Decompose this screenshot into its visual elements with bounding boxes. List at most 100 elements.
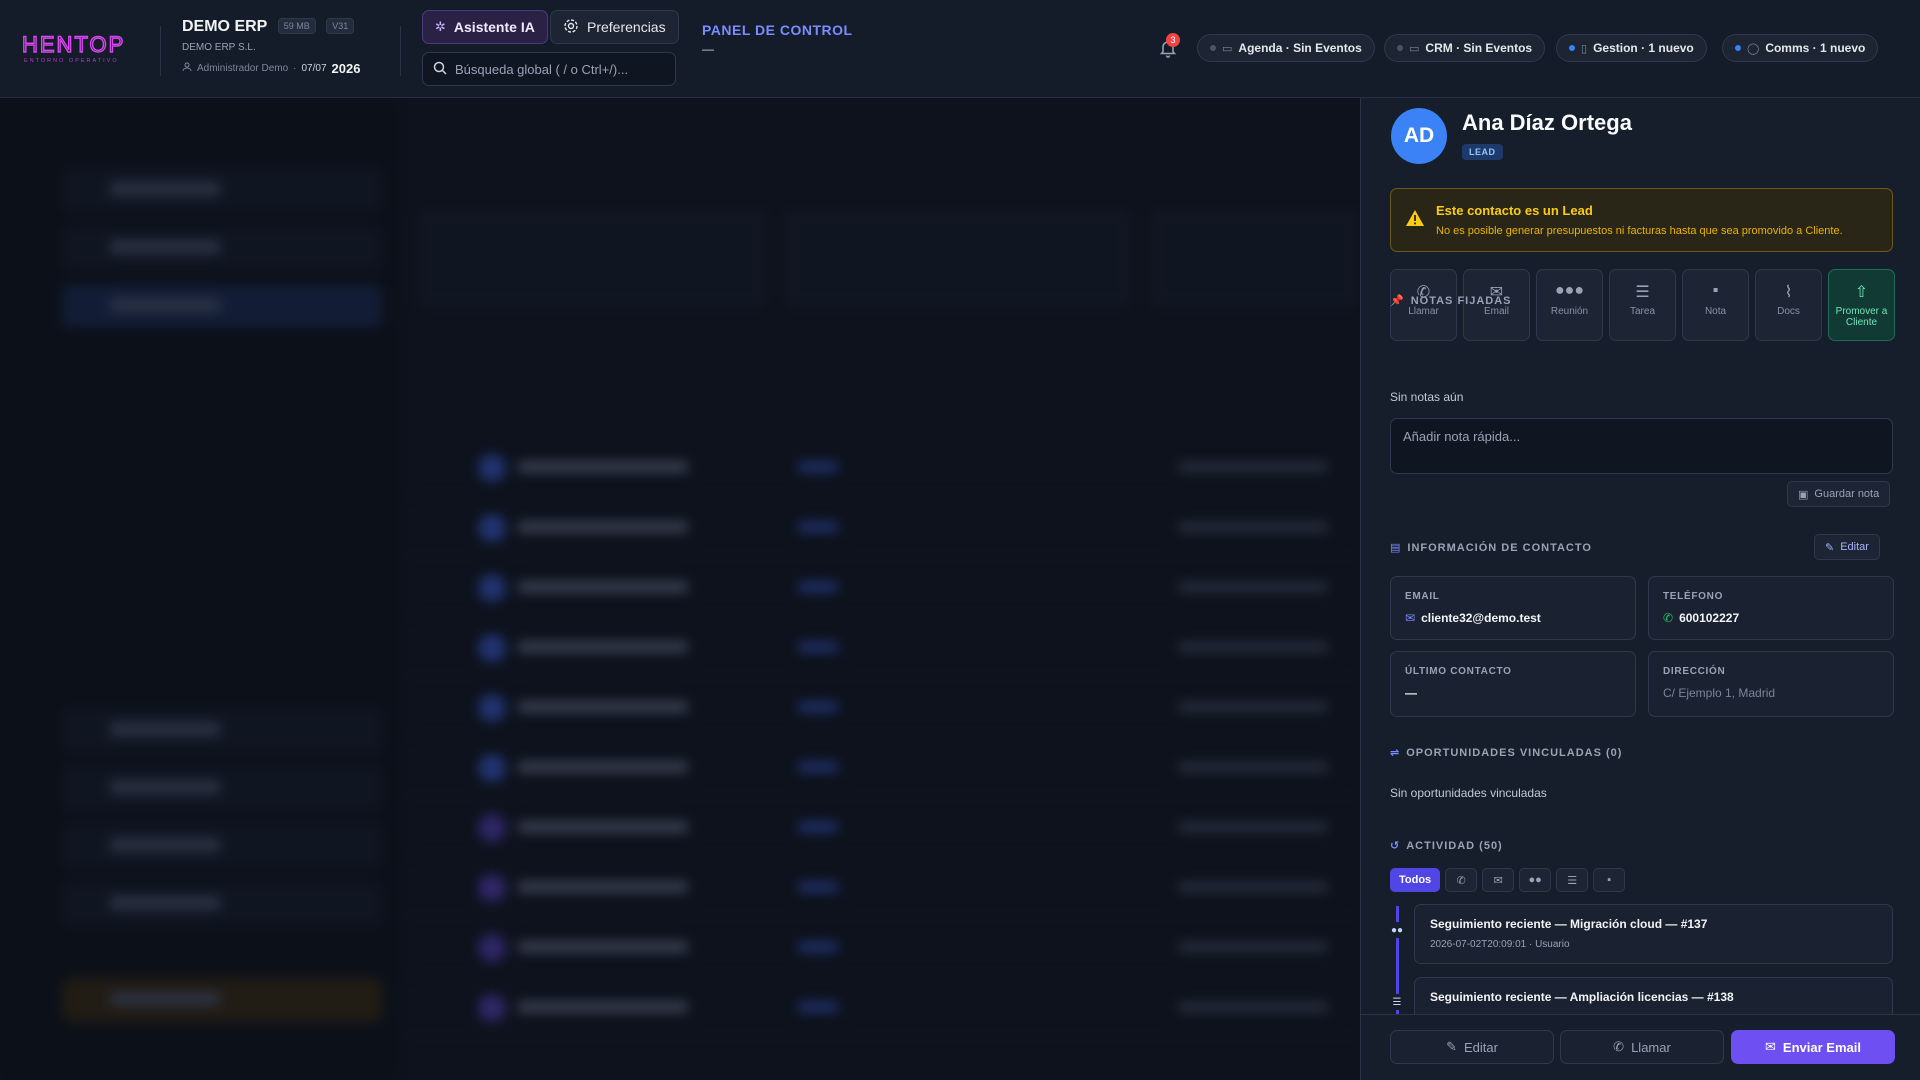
docs-action-button[interactable]: ⌇ Docs [1755, 269, 1822, 341]
search-icon [433, 61, 447, 78]
preferences-button[interactable]: Preferencias [550, 10, 679, 44]
section-title: ACTIVIDAD (50) [1406, 839, 1503, 852]
history-icon: ↺ [1390, 840, 1401, 852]
comms-status-pill[interactable]: ◯ Comms · 1 nuevo [1722, 34, 1879, 62]
email-card: EMAIL ✉ cliente32@demo.test [1390, 576, 1636, 640]
edit-icon: ✎ [1825, 541, 1835, 554]
user-info: Administrador Demo · 07/07 2026 [182, 61, 360, 76]
filter-all-button[interactable]: Todos [1390, 868, 1441, 892]
calendar-icon: ▭ [1222, 42, 1233, 55]
email-value-row[interactable]: ✉ cliente32@demo.test [1405, 611, 1541, 625]
promote-client-button[interactable]: ⇧ Promover a Cliente [1828, 269, 1895, 341]
action-label: Docs [1777, 306, 1800, 317]
svg-text:ENTORNO OPERATIVO: ENTORNO OPERATIVO [24, 58, 119, 64]
send-email-button[interactable]: ✉ Enviar Email [1731, 1030, 1895, 1064]
edit-icon: ✎ [1446, 1039, 1457, 1054]
search-placeholder: Búsqueda global ( / o Ctrl+/)... [455, 61, 629, 77]
edit-info-button[interactable]: ✎ Editar [1814, 534, 1880, 560]
tasks-icon: ☰ [1567, 874, 1578, 887]
mail-icon: ✉ [1405, 611, 1416, 625]
pill-label: Comms · 1 nuevo [1765, 41, 1866, 55]
filter-calls-button[interactable]: ✆ [1445, 868, 1478, 892]
company-legal-name: DEMO ERP S.L. [182, 42, 256, 53]
filter-emails-button[interactable]: ✉ [1482, 868, 1515, 892]
background-content [0, 98, 1360, 1080]
panel-title: PANEL DE CONTROL [702, 22, 853, 38]
task-action-button[interactable]: ☰ Tarea [1609, 269, 1676, 341]
action-label: Tarea [1629, 306, 1655, 317]
svg-text:HENTOP: HENTOP [22, 32, 125, 57]
phone-value: 600102227 [1679, 611, 1740, 625]
agenda-status-pill[interactable]: ▭ Agenda · Sin Eventos [1197, 34, 1375, 62]
contact-drawer: AD Ana Díaz Ortega LEAD Este contacto es… [1360, 98, 1920, 1080]
mail-icon: ✉ [1765, 1039, 1776, 1054]
phone-icon: ✆ [1613, 1039, 1625, 1054]
opportunities-header: ⇌ OPORTUNIDADES VINCULADAS (0) [1390, 746, 1623, 760]
last-contact-value: — [1405, 686, 1417, 700]
notification-badge: 3 [1166, 33, 1180, 47]
edit-contact-button[interactable]: ✎ Editar [1390, 1030, 1554, 1064]
contact-name: Ana Díaz Ortega [1462, 110, 1632, 135]
document-icon: ▯ [1581, 42, 1588, 55]
filter-tasks-button[interactable]: ☰ [1556, 868, 1589, 892]
status-dot [1210, 45, 1216, 51]
arrow-up-icon: ⇧ [1854, 284, 1869, 301]
global-search-input[interactable]: Búsqueda global ( / o Ctrl+/)... [422, 52, 676, 86]
quick-note-textarea[interactable]: Añadir nota rápida... [1390, 418, 1893, 474]
activity-filters: Todos ✆ ✉ ●● ☰ ▪ [1390, 868, 1626, 892]
activity-meta: 2026-07-02T20:09:01 · Usuario [1430, 939, 1570, 950]
send-email-label: Enviar Email [1782, 1039, 1861, 1055]
section-title: OPORTUNIDADES VINCULADAS (0) [1406, 746, 1623, 759]
pinned-notes-empty: Sin notas aún [1390, 390, 1464, 404]
phone-value-row[interactable]: ✆ 600102227 [1663, 611, 1739, 625]
paperclip-icon: ⌇ [1784, 284, 1793, 301]
alert-description: No es posible generar presupuestos ni fa… [1436, 225, 1843, 237]
current-date: 07/07 [301, 63, 327, 74]
phone-icon: ✆ [1663, 611, 1674, 625]
version-badge: V31 [326, 18, 355, 34]
tasks-icon: ☰ [1389, 994, 1405, 1010]
crm-status-pill[interactable]: ▭ CRM · Sin Eventos [1384, 34, 1546, 62]
filter-notes-button[interactable]: ▪ [1593, 868, 1626, 892]
ai-assistant-button[interactable]: ✲ Asistente IA [422, 10, 548, 44]
pin-icon: 📌 [1390, 295, 1405, 307]
meeting-action-button[interactable]: ●●● Reunión [1536, 269, 1603, 341]
last-contact-label: ÚLTIMO CONTACTO [1405, 666, 1512, 677]
users-icon: ●● [1528, 874, 1542, 886]
activity-item[interactable]: Seguimiento reciente — Migración cloud —… [1414, 904, 1893, 964]
save-note-button[interactable]: ▣ Guardar nota [1787, 481, 1891, 507]
phone-label: TELÉFONO [1663, 591, 1724, 602]
note-action-button[interactable]: ▪ Nota [1682, 269, 1749, 341]
alert-title: Este contacto es un Lead [1436, 203, 1593, 218]
preferences-label: Preferencias [587, 19, 666, 35]
call-contact-button[interactable]: ✆ Llamar [1560, 1030, 1724, 1064]
pinned-notes-header: 📌 NOTAS FIJADAS [1390, 294, 1512, 308]
note-icon: ▪ [1607, 874, 1612, 886]
activity-item[interactable]: Seguimiento reciente — Ampliación licenc… [1414, 977, 1893, 1014]
blurred-background [0, 98, 1360, 1080]
address-label: DIRECCIÓN [1663, 666, 1726, 677]
drawer-scroll-area[interactable]: AD Ana Díaz Ortega LEAD Este contacto es… [1361, 98, 1920, 1014]
action-label: Nota [1704, 306, 1727, 317]
save-icon: ▣ [1798, 488, 1809, 501]
monitor-icon: ▭ [1409, 42, 1420, 55]
action-label: Promover a Cliente [1835, 306, 1888, 328]
id-card-icon: ▤ [1390, 542, 1402, 554]
mail-icon: ✉ [1493, 874, 1503, 887]
pill-label: Agenda · Sin Eventos [1238, 41, 1362, 55]
handshake-icon: ⇌ [1390, 747, 1401, 759]
chat-icon: ◯ [1747, 42, 1760, 55]
filter-meetings-button[interactable]: ●● [1519, 868, 1552, 892]
action-label: Llamar [1408, 306, 1439, 317]
users-icon: ●●● [1555, 282, 1584, 299]
hentop-logo[interactable]: HENTOP ENTORNO OPERATIVO [22, 32, 142, 64]
opportunities-empty: Sin oportunidades vinculadas [1390, 786, 1547, 800]
status-dot [1397, 45, 1403, 51]
email-label: EMAIL [1405, 591, 1440, 602]
edit-contact-label: Editar [1463, 1039, 1498, 1055]
status-dot [1735, 45, 1741, 51]
current-year[interactable]: 2026 [332, 61, 361, 76]
gestion-status-pill[interactable]: ▯ Gestion · 1 nuevo [1556, 34, 1707, 62]
last-contact-card: ÚLTIMO CONTACTO — [1390, 651, 1636, 717]
lead-alert: Este contacto es un Lead No es posible g… [1390, 188, 1893, 252]
